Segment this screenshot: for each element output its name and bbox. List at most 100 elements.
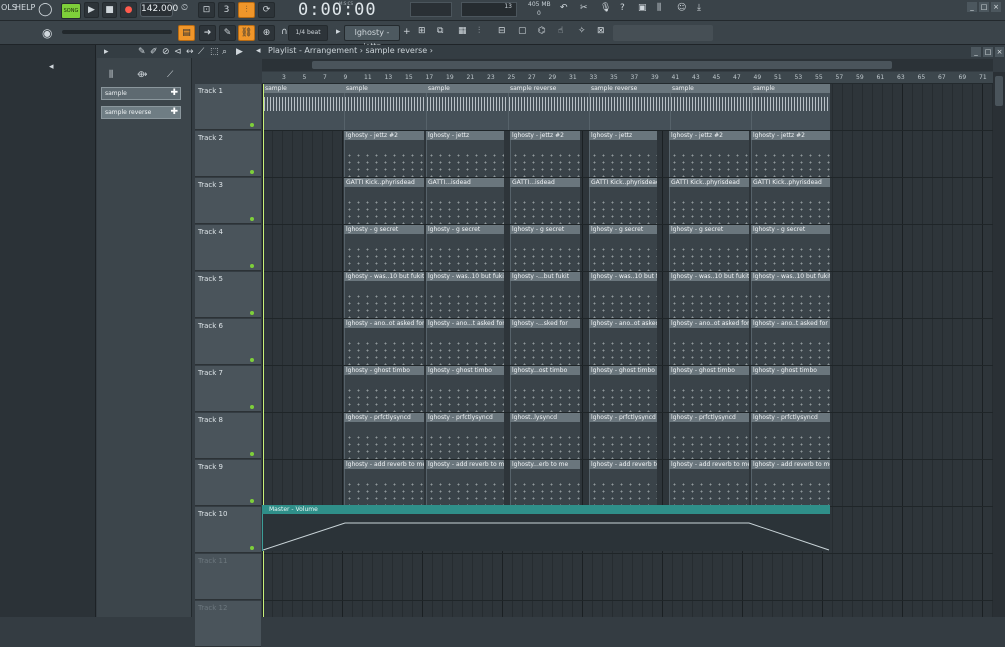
breadcrumb-playlist[interactable]: Playlist <box>268 46 296 55</box>
pattern-clip[interactable]: lghosty - ghost timbo <box>589 366 657 412</box>
track-header[interactable]: Track 7 <box>195 366 261 412</box>
playlist-minimize-icon[interactable]: _ <box>971 47 981 57</box>
arrow-right-icon[interactable]: ▸ <box>336 27 341 37</box>
pattern-clip[interactable]: lghosty - add reverb to me <box>751 460 830 506</box>
pattern-clip[interactable]: lghosty - g secret <box>589 225 657 271</box>
pattern-clip[interactable]: lghosty - ano...t asked for <box>426 319 504 365</box>
mixer-icon[interactable]: ⫼ <box>657 3 661 13</box>
plus-icon[interactable]: + <box>403 27 411 37</box>
track-header[interactable]: Track 12 <box>195 601 261 647</box>
pattern-clip[interactable]: lghosty - g secret <box>426 225 504 271</box>
wait-button[interactable]: ⊡ <box>198 2 215 18</box>
pattern-clip[interactable]: lghosty - ghost timbo <box>426 366 504 412</box>
track-header[interactable]: Track 1 <box>195 84 261 130</box>
cart-icon[interactable]: ⊠ <box>597 26 605 36</box>
breadcrumb-pattern[interactable]: sample reverse <box>366 46 428 55</box>
track-header[interactable]: Track 9 <box>195 460 261 506</box>
brush-icon[interactable]: ✐ <box>150 47 158 57</box>
slice-icon[interactable]: ⟋ <box>198 47 204 57</box>
loop-record-button[interactable]: ⟳ <box>258 2 275 18</box>
download-icon[interactable]: ⤓ <box>697 3 701 13</box>
track-header[interactable]: Track 5 <box>195 272 261 318</box>
touch-icon[interactable]: ☝ <box>558 26 563 36</box>
piano-roll-icon[interactable]: ⧉ <box>437 26 443 36</box>
picker-item-sample-reverse[interactable]: sample reverse ✚ <box>101 106 181 119</box>
cut-icon[interactable]: ✂ <box>580 3 588 13</box>
pattern-clip[interactable]: GATTI...isdead <box>426 178 504 224</box>
picker-item-sample[interactable]: sample ✚ <box>101 87 181 100</box>
metronome-icon[interactable]: ⏲ <box>181 3 188 13</box>
pattern-clip[interactable]: lghosty - jettz #2 <box>510 131 580 177</box>
pattern-clip[interactable]: GATTI...isdead <box>510 178 580 224</box>
track-active-led[interactable] <box>250 311 254 315</box>
pattern-clip[interactable]: GATTI Kick..phyrisdead <box>589 178 657 224</box>
plugin-icon[interactable]: ⊟ <box>498 26 506 36</box>
pattern-clip[interactable]: lghosty - was..10 but fukit <box>589 272 657 318</box>
track-active-led[interactable] <box>250 170 254 174</box>
scroll-thumb-v[interactable] <box>995 76 1003 106</box>
track-active-led[interactable] <box>250 264 254 268</box>
slip-icon[interactable]: ↔ <box>186 47 194 57</box>
pattern-clip[interactable]: lghosty - add reverb to me <box>344 460 424 506</box>
playlist-speaker-icon[interactable]: ◂ <box>256 46 261 56</box>
pattern-clip[interactable]: lghosty - ano..ot asked for <box>344 319 424 365</box>
select-icon[interactable]: ⬚ <box>210 47 219 57</box>
audio-clip[interactable]: sample reverse <box>589 84 670 130</box>
track-active-led[interactable] <box>250 358 254 362</box>
audio-clip[interactable]: sample <box>751 84 830 130</box>
magnet-icon[interactable]: ∩ <box>281 27 288 37</box>
playlist-button[interactable]: ▤ <box>178 25 195 41</box>
pattern-clip[interactable]: lghosty - was..10 but fukit <box>669 272 749 318</box>
pattern-clip[interactable]: lghosty - ano..ot asked for <box>669 319 749 365</box>
pattern-list-icon[interactable]: ⫼ <box>109 70 113 80</box>
pattern-clip[interactable]: lghosty - prfctlysyncd <box>426 413 504 459</box>
scroll-thumb[interactable] <box>312 61 892 69</box>
track-header[interactable]: Track 8 <box>195 413 261 459</box>
delete-icon[interactable]: ⊘ <box>162 47 170 57</box>
link-tool-button[interactable]: ⛓ <box>238 25 255 41</box>
master-knob-icon[interactable]: ◯ <box>38 2 53 17</box>
pattern-clip[interactable]: lghosty - prfctlysyncd <box>751 413 830 459</box>
pattern-clip[interactable]: lghosty - jettz #2 <box>669 131 749 177</box>
pattern-clip[interactable]: lghosty - ano..t asked for <box>751 319 830 365</box>
zoom-icon[interactable]: ⌕ <box>222 47 227 57</box>
pattern-clip[interactable]: lghosty - was..10 but fukit <box>426 272 504 318</box>
audio-clip[interactable]: sample <box>263 84 344 130</box>
pattern-clip[interactable]: lghosty - ghost timbo <box>669 366 749 412</box>
mic-icon[interactable]: 🎙 <box>600 3 611 13</box>
menu-arrow-icon[interactable]: ▸ <box>104 47 109 57</box>
maximize-icon[interactable]: □ <box>979 2 989 12</box>
step-edit-button[interactable]: ⫶ <box>238 2 255 18</box>
playlist-restore-icon[interactable]: □ <box>983 47 993 57</box>
pattern-clip[interactable]: lghosty -...sked for <box>510 319 580 365</box>
pattern-clip[interactable]: GATTI Kick..phyrisdead <box>751 178 830 224</box>
browser-icon[interactable]: ▦ <box>458 26 467 36</box>
chat-icon[interactable]: ☺ <box>677 3 686 13</box>
pattern-clip[interactable]: GATTI Kick..phyrisdead <box>344 178 424 224</box>
pattern-selector[interactable]: lghosty - jettz <box>344 25 400 51</box>
audio-clip[interactable]: sample reverse <box>508 84 589 130</box>
pattern-clip[interactable]: lghosty - g secret <box>344 225 424 271</box>
vertical-scrollbar[interactable] <box>993 72 1005 617</box>
plug-icon[interactable]: ⌬ <box>538 26 546 36</box>
pencil-icon[interactable]: ✎ <box>138 47 146 57</box>
stamp-tool-button[interactable]: ⊕ <box>258 25 275 41</box>
pattern-clip[interactable]: lghosty - ghost timbo <box>751 366 830 412</box>
save-icon[interactable]: ▣ <box>638 3 647 13</box>
stop-button[interactable]: ■ <box>102 2 117 18</box>
audio-clip[interactable]: sample <box>344 84 426 130</box>
pattern-clip[interactable]: lghosty - ano..ot asked for <box>589 319 657 365</box>
snap-selector[interactable]: 1/4 beat <box>288 25 328 41</box>
horizontal-scrollbar[interactable] <box>262 59 993 71</box>
pattern-clip[interactable]: lghosty - jettz <box>426 131 504 177</box>
pattern-clip[interactable]: lghosty...erb to me <box>510 460 580 506</box>
speaker-icon[interactable]: ◂ <box>49 62 54 72</box>
pattern-clip[interactable]: lghosty - prfctlysyncd <box>589 413 657 459</box>
arrow-tool-button[interactable]: ➜ <box>199 25 216 41</box>
pencil-tool-button[interactable]: ✎ <box>219 25 236 41</box>
track-header[interactable]: Track 3 <box>195 178 261 224</box>
file-icon[interactable]: ▢ <box>518 26 527 36</box>
close-icon[interactable]: × <box>991 2 1001 12</box>
audio-clip[interactable]: sample <box>426 84 508 130</box>
time-display[interactable]: 0:00:00 <box>298 0 377 21</box>
